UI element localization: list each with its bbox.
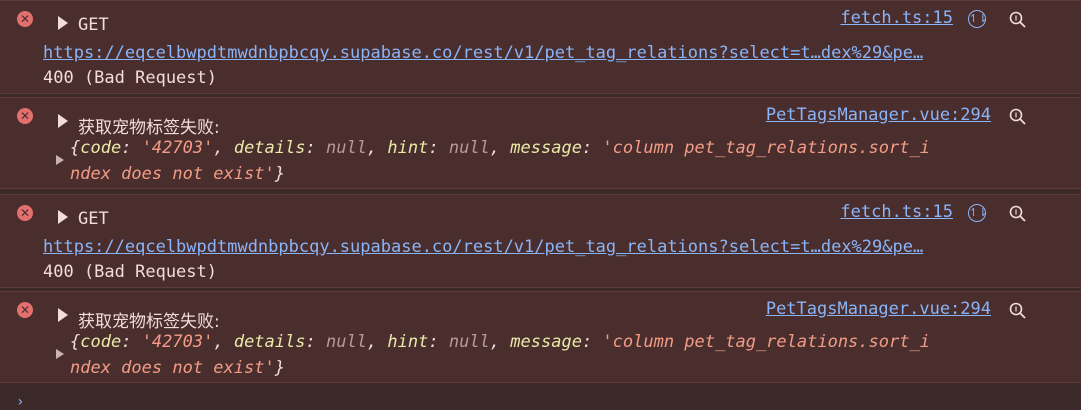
object-key: code	[80, 138, 122, 158]
colon: :	[121, 138, 142, 158]
error-circle-icon: ✕	[17, 302, 33, 318]
object-value: '42703'	[141, 332, 214, 352]
expand-triangle-icon[interactable]	[58, 210, 68, 224]
comma: ,	[366, 138, 388, 158]
brace-close: }	[274, 358, 285, 378]
colon: :	[305, 332, 326, 352]
search-icon[interactable]	[1008, 204, 1028, 224]
log-message: 获取宠物标签失败:	[78, 312, 220, 332]
object-value: ndex does not exist'	[70, 164, 275, 184]
request-initiator-icon[interactable]: ↿⇂	[968, 204, 987, 222]
request-method: GET	[78, 209, 109, 229]
expand-object-icon[interactable]	[56, 349, 64, 359]
colon: :	[581, 332, 603, 352]
brace-open: {	[70, 138, 81, 158]
search-icon[interactable]	[1008, 301, 1028, 321]
object-value: '42703'	[141, 138, 214, 158]
console-entry-log: ✕ 获取宠物标签失败: PetTagsManager.vue:294 {code…	[0, 291, 1081, 383]
expand-triangle-icon[interactable]	[58, 16, 68, 30]
object-value: null	[448, 332, 490, 352]
source-link[interactable]: PetTagsManager.vue:294	[766, 299, 991, 319]
colon: :	[305, 138, 326, 158]
object-key: message	[510, 138, 582, 158]
source-link[interactable]: PetTagsManager.vue:294	[766, 105, 991, 125]
object-key: details	[233, 138, 306, 158]
search-icon[interactable]	[1008, 107, 1028, 127]
source-link[interactable]: fetch.ts:15	[840, 202, 953, 222]
colon: :	[581, 138, 603, 158]
object-value: null	[448, 138, 490, 158]
colon: :	[428, 138, 449, 158]
error-object[interactable]: {code: '42703', details: null, hint: nul…	[70, 332, 930, 352]
object-key: message	[510, 332, 582, 352]
object-value: 'column pet_tag_relations.sort_i	[602, 332, 930, 352]
request-url-link[interactable]: https://eqcelbwpdtmwdnbpbcqy.supabase.co…	[43, 237, 923, 257]
object-key: hint	[387, 138, 429, 158]
comma: ,	[213, 332, 234, 352]
search-icon[interactable]	[1008, 10, 1028, 30]
object-key: details	[233, 332, 306, 352]
comma: ,	[366, 332, 388, 352]
error-object-continued: ndex does not exist'}	[70, 164, 285, 184]
colon: :	[121, 332, 142, 352]
error-circle-icon: ✕	[17, 205, 33, 221]
request-method: GET	[78, 15, 109, 35]
status-text: 400 (Bad Request)	[43, 68, 217, 88]
object-value: 'column pet_tag_relations.sort_i	[602, 138, 930, 158]
request-url-link[interactable]: https://eqcelbwpdtmwdnbpbcqy.supabase.co…	[43, 43, 923, 63]
console-entry-network: ✕ GET fetch.ts:15 ↿⇂ https://eqcelbwpdtm…	[0, 194, 1081, 288]
expand-triangle-icon[interactable]	[58, 114, 68, 128]
error-circle-icon: ✕	[17, 108, 33, 124]
object-key: code	[80, 332, 122, 352]
object-key: hint	[387, 332, 429, 352]
brace-open: {	[70, 332, 81, 352]
console-prompt-icon[interactable]: ›	[16, 394, 24, 410]
error-object-continued: ndex does not exist'}	[70, 358, 285, 378]
object-value: null	[325, 332, 367, 352]
request-initiator-icon[interactable]: ↿⇂	[968, 10, 987, 28]
console-entry-network: ✕ GET fetch.ts:15 ↿⇂ https://eqcelbwpdtm…	[0, 0, 1081, 94]
status-text: 400 (Bad Request)	[43, 262, 217, 282]
expand-object-icon[interactable]	[56, 155, 64, 165]
brace-close: }	[274, 164, 285, 184]
object-value: null	[325, 138, 367, 158]
console-entry-log: ✕ 获取宠物标签失败: PetTagsManager.vue:294 {code…	[0, 97, 1081, 189]
error-circle-icon: ✕	[17, 11, 33, 27]
expand-triangle-icon[interactable]	[58, 308, 68, 322]
error-object[interactable]: {code: '42703', details: null, hint: nul…	[70, 138, 930, 158]
object-value: ndex does not exist'	[70, 358, 275, 378]
comma: ,	[213, 138, 234, 158]
source-link[interactable]: fetch.ts:15	[840, 8, 953, 28]
comma: ,	[489, 138, 511, 158]
colon: :	[428, 332, 449, 352]
log-message: 获取宠物标签失败:	[78, 118, 220, 138]
comma: ,	[489, 332, 511, 352]
